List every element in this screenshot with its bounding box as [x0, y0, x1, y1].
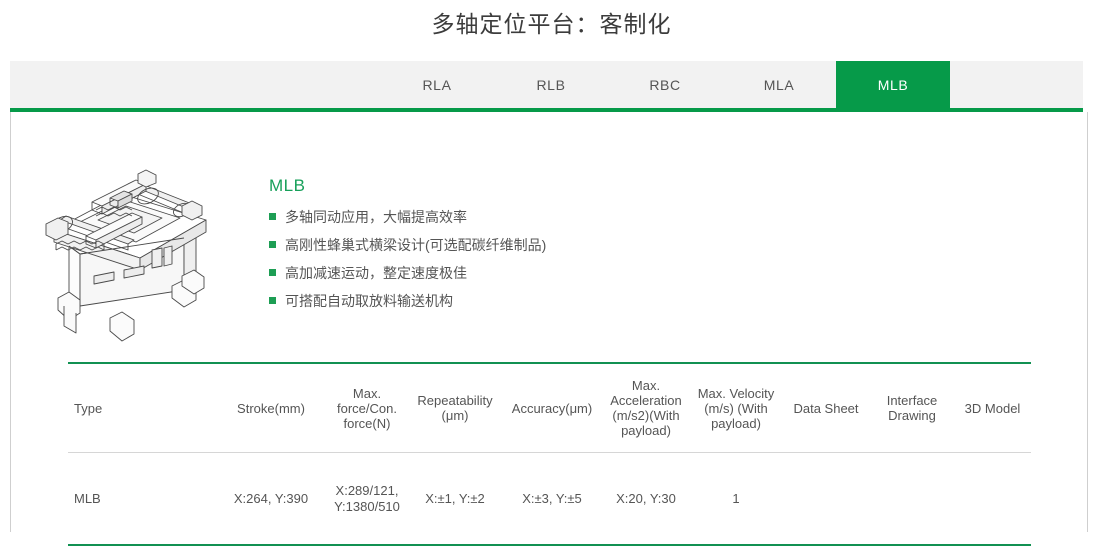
- header-accuracy: Accuracy(μm): [502, 363, 602, 453]
- header-max-force: Max. force/Con. force(N): [326, 363, 408, 453]
- cell-type: MLB: [68, 453, 216, 546]
- tab-bar: RLA RLB RBC MLA MLB: [10, 61, 1083, 108]
- bullet-square-icon: [269, 241, 276, 248]
- cell-max-force-line2: Y:1380/510: [334, 499, 400, 514]
- feature-text: 多轴同动应用，大幅提高效率: [285, 209, 467, 225]
- header-interface-drawing-line1: Interface: [887, 393, 938, 408]
- cell-max-velocity: 1: [690, 453, 782, 546]
- product-details: MLB 多轴同动应用，大幅提高效率 高刚性蜂巢式横梁设计(可选配碳纤维制品) 高…: [261, 140, 546, 320]
- header-max-acceleration-line3: (m/s2)(With: [612, 408, 679, 423]
- tab-list: RLA RLB RBC MLA MLB: [10, 61, 1083, 108]
- content-panel: MLB 多轴同动应用，大幅提高效率 高刚性蜂巢式横梁设计(可选配碳纤维制品) 高…: [10, 112, 1088, 532]
- header-max-velocity: Max. Velocity (m/s) (With payload): [690, 363, 782, 453]
- header-max-acceleration-line1: Max.: [632, 378, 660, 393]
- bullet-square-icon: [269, 213, 276, 220]
- header-max-velocity-line2: (m/s) (With: [704, 401, 768, 416]
- cell-accuracy: X:±3, Y:±5: [502, 453, 602, 546]
- header-max-velocity-line3: payload): [711, 416, 761, 431]
- tab-rla-label: RLA: [422, 77, 451, 93]
- header-stroke: Stroke(mm): [216, 363, 326, 453]
- tab-rlb[interactable]: RLB: [494, 61, 608, 108]
- spec-table-body: MLB X:264, Y:390 X:289/121, Y:1380/510 X…: [68, 453, 1031, 546]
- header-max-force-line3: force(N): [344, 416, 391, 431]
- header-repeatability-line1: Repeatability: [417, 393, 492, 408]
- header-max-acceleration-line4: payload): [621, 423, 671, 438]
- header-max-velocity-line1: Max. Velocity: [698, 386, 775, 401]
- cell-3d-model[interactable]: [954, 453, 1031, 546]
- cell-stroke: X:264, Y:390: [216, 453, 326, 546]
- product-name: MLB: [269, 176, 546, 196]
- header-interface-drawing-line2: Drawing: [888, 408, 936, 423]
- table-row: MLB X:264, Y:390 X:289/121, Y:1380/510 X…: [68, 453, 1031, 546]
- feature-text: 高刚性蜂巢式横梁设计(可选配碳纤维制品): [285, 237, 546, 253]
- tab-mla-label: MLA: [764, 77, 795, 93]
- feature-list: 多轴同动应用，大幅提高效率 高刚性蜂巢式横梁设计(可选配碳纤维制品) 高加减速运…: [269, 208, 546, 310]
- tab-mlb-label: MLB: [878, 77, 909, 93]
- cell-repeatability: X:±1, Y:±2: [408, 453, 502, 546]
- tab-mla[interactable]: MLA: [722, 61, 836, 108]
- page-title: 多轴定位平台：客制化: [0, 0, 1103, 47]
- cell-max-acceleration: X:20, Y:30: [602, 453, 690, 546]
- cell-max-force: X:289/121, Y:1380/510: [326, 453, 408, 546]
- feature-item: 多轴同动应用，大幅提高效率: [269, 208, 546, 226]
- header-max-acceleration: Max. Acceleration (m/s2)(With payload): [602, 363, 690, 453]
- tab-rla[interactable]: RLA: [380, 61, 494, 108]
- tab-rlb-label: RLB: [536, 77, 565, 93]
- bullet-square-icon: [269, 297, 276, 304]
- header-max-acceleration-line2: Acceleration: [610, 393, 682, 408]
- header-repeatability-line2: (μm): [442, 408, 469, 423]
- header-max-force-line1: Max.: [353, 386, 381, 401]
- feature-text: 高加减速运动，整定速度极佳: [285, 265, 467, 281]
- header-max-force-line2: force/Con.: [337, 401, 397, 416]
- header-repeatability: Repeatability (μm): [408, 363, 502, 453]
- feature-text: 可搭配自动取放料输送机构: [285, 293, 453, 309]
- feature-item: 高刚性蜂巢式横梁设计(可选配碳纤维制品): [269, 236, 546, 254]
- feature-item: 高加减速运动，整定速度极佳: [269, 264, 546, 282]
- cell-interface-drawing[interactable]: [870, 453, 954, 546]
- cell-data-sheet[interactable]: [782, 453, 870, 546]
- bullet-square-icon: [269, 269, 276, 276]
- spec-table-header-row: Type Stroke(mm) Max. force/Con. force(N)…: [68, 363, 1031, 453]
- header-interface-drawing: Interface Drawing: [870, 363, 954, 453]
- spec-table-container: Type Stroke(mm) Max. force/Con. force(N)…: [68, 362, 1031, 546]
- product-overview: MLB 多轴同动应用，大幅提高效率 高刚性蜂巢式横梁设计(可选配碳纤维制品) 高…: [11, 112, 1087, 342]
- tab-mlb[interactable]: MLB: [836, 61, 950, 108]
- tab-rbc[interactable]: RBC: [608, 61, 722, 108]
- cell-max-force-line1: X:289/121,: [336, 483, 399, 498]
- header-data-sheet: Data Sheet: [782, 363, 870, 453]
- header-type: Type: [68, 363, 216, 453]
- feature-item: 可搭配自动取放料输送机构: [269, 292, 546, 310]
- tab-rbc-label: RBC: [649, 77, 680, 93]
- header-3d-model: 3D Model: [954, 363, 1031, 453]
- spec-table: Type Stroke(mm) Max. force/Con. force(N)…: [68, 362, 1031, 546]
- spec-table-head: Type Stroke(mm) Max. force/Con. force(N)…: [68, 363, 1031, 453]
- gantry-platform-line-drawing: [36, 158, 236, 348]
- product-image: [11, 140, 261, 348]
